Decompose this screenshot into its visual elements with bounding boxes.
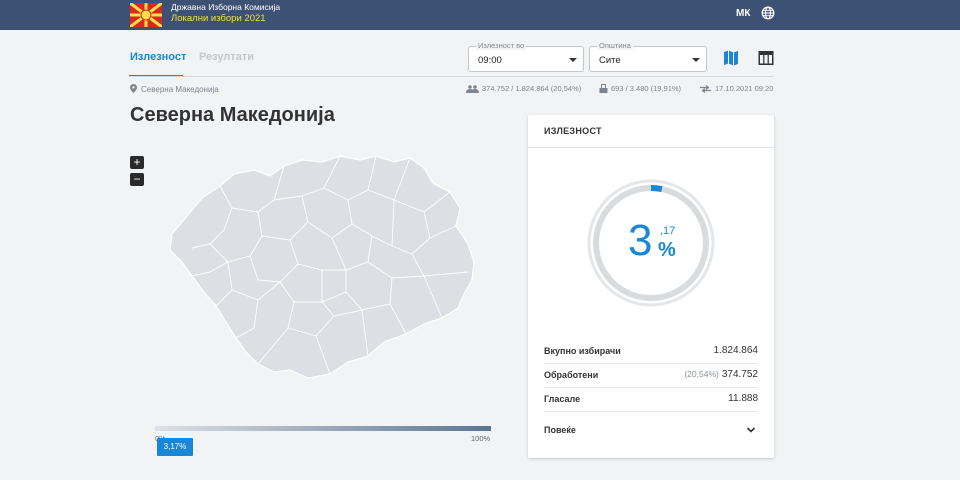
card-header: ИЗЛЕЗНОСТ — [528, 115, 774, 148]
caret-down-icon — [692, 58, 700, 62]
ballot-box-icon — [599, 84, 608, 93]
chevron-down-icon[interactable] — [746, 426, 756, 434]
voted-label: Гласале — [544, 394, 581, 404]
updated-stat-value: 17.10.2021 09:20 — [715, 84, 774, 93]
zoom-out-button[interactable]: − — [130, 173, 144, 186]
processed-row: Обработени (20,54%) 374.752 — [544, 364, 758, 388]
breadcrumb-label: Северна Македонија — [141, 85, 219, 94]
voters-stat: 374.752 / 1.824.864 (20,54%) — [466, 84, 581, 93]
table-icon[interactable] — [757, 49, 775, 67]
globe-icon[interactable] — [761, 6, 775, 20]
location-pin-icon — [130, 84, 137, 93]
municipality-select[interactable]: Општина Сите — [589, 41, 707, 72]
brand[interactable]: Државна Изборна Комисија Локални избори … — [171, 2, 280, 24]
current-value-badge: 3,17% — [157, 438, 193, 456]
turnout-time-value: 09:00 — [478, 55, 502, 66]
top-bar: Државна Изборна Комисија Локални избори … — [0, 0, 960, 30]
polling-stations-stat-value: 693 / 3.480 (19,91%) — [611, 84, 682, 93]
total-voters-value: 1.824.864 — [713, 345, 759, 356]
municipalities-map[interactable] — [162, 152, 482, 382]
municipality-value: Сите — [599, 55, 621, 66]
language-switch[interactable]: МК — [736, 8, 750, 19]
card-title: ИЗЛЕЗНОСТ — [544, 126, 602, 136]
breadcrumb[interactable]: Северна Македонија — [130, 84, 219, 94]
turnout-decimal: ,17 — [660, 225, 676, 237]
total-voters-label: Вкупно избирачи — [544, 346, 621, 356]
tabs-divider — [129, 76, 774, 77]
tab-turnout[interactable]: Излезност — [130, 51, 186, 63]
emblem-logo — [130, 3, 162, 27]
voted-value: 11.888 — [728, 393, 758, 404]
map-icon[interactable] — [722, 49, 740, 67]
legend-max-label: 100% — [471, 434, 491, 443]
swap-arrows-icon — [700, 85, 711, 93]
turnout-percent-sign: % — [658, 239, 676, 261]
turnout-card: ИЗЛЕЗНОСТ 3 ,17 % Вкупно избирачи 1.824.… — [528, 115, 774, 458]
more-toggle[interactable]: Повеќе — [544, 425, 576, 435]
caret-down-icon — [569, 58, 577, 62]
turnout-time-select[interactable]: Излезност во 09:00 — [468, 41, 584, 72]
voted-row: Гласале 11.888 — [544, 388, 758, 412]
processed-percent: (20,54%) — [684, 369, 719, 379]
turnout-time-label: Излезност во — [476, 41, 527, 50]
country-outline — [169, 155, 475, 379]
org-name: Државна Изборна Комисија — [171, 2, 281, 12]
legend-gradient — [155, 426, 491, 431]
zoom-in-button[interactable]: + — [130, 156, 144, 169]
people-icon — [466, 85, 479, 93]
updated-stat: 17.10.2021 09:20 — [699, 84, 773, 93]
processed-value: 374.752 — [721, 369, 758, 380]
processed-label: Обработени — [544, 370, 599, 380]
election-name: Локални избори 2021 — [171, 13, 266, 24]
page-title: Северна Македонија — [130, 104, 335, 126]
polling-stations-stat: 693 / 3.480 (19,91%) — [599, 84, 681, 93]
voters-stat-value: 374.752 / 1.824.864 (20,54%) — [482, 84, 582, 93]
turnout-value: 3 — [628, 216, 653, 265]
municipality-label: Општина — [597, 41, 633, 50]
tab-results[interactable]: Резултати — [199, 51, 254, 63]
processed-values: (20,54%) 374.752 — [684, 369, 758, 380]
total-voters-row: Вкупно избирачи 1.824.864 — [544, 340, 758, 364]
